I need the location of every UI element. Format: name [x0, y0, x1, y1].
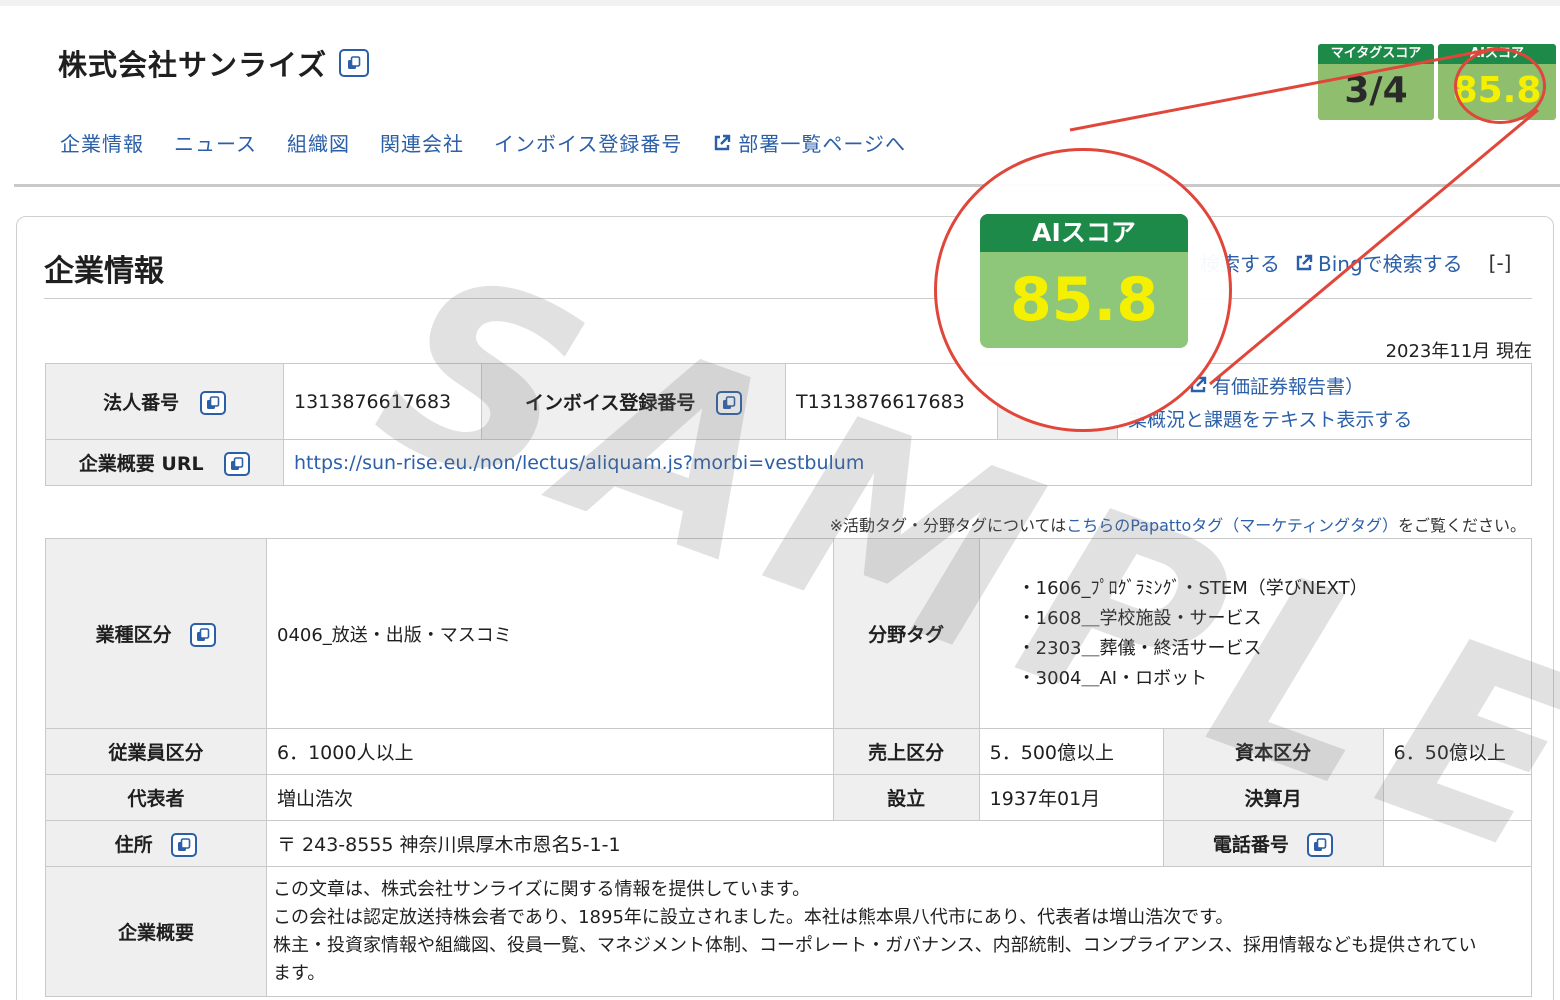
mytag-score-value: 3/4 [1344, 70, 1408, 111]
tag-notice: ※活動タグ・分野タグについてはこちらのPapattoタグ（マーケティングタグ）を… [830, 512, 1526, 536]
table-row: 企業概要 この文章は、株式会社サンライズに関する情報を提供しています。 この会社… [45, 866, 1532, 997]
copy-icon [348, 56, 361, 69]
nav-company-info[interactable]: 企業情報 [60, 128, 144, 157]
summary-line: この文章は、株式会社サンライズに関する情報を提供しています。 [273, 878, 811, 900]
copy-corp-number-button[interactable] [199, 391, 226, 416]
field-tags-cell: ・1606_ﾌﾟﾛｸﾞﾗﾐﾝｸﾞ・STEM（学びNEXT） ・1608＿学校施設… [978, 538, 1533, 729]
header-divider [14, 184, 1560, 187]
copy-icon [1314, 838, 1327, 852]
copy-icon [178, 838, 191, 852]
founded-header: 設立 [832, 774, 980, 821]
phone-value [1382, 820, 1533, 867]
ai-score-zoomed-value: 85.8 [1009, 265, 1159, 335]
securities-report-label: 有価証券報告書） [1212, 375, 1365, 398]
table-row: 法人番号 1313876617683 インボイス登録番号 T1313876617… [45, 363, 1532, 440]
address-label: 住所 [114, 833, 153, 856]
nav-department-list-link[interactable]: 部署一覧ページへ [712, 128, 906, 157]
external-link-icon [1296, 254, 1313, 270]
business-text-link[interactable]: 業概況と課題をテキスト表示する [1128, 405, 1531, 432]
table-row: 住所 〒 243-8555 神奈川県厚木市恩名5-1-1 電話番号 [45, 820, 1533, 867]
industry-header: 業種区分 [45, 538, 267, 729]
company-summary: この文章は、株式会社サンライズに関する情報を提供しています。 この会社は認定放送… [266, 866, 1532, 997]
copy-icon [231, 457, 244, 471]
mytag-score-badge: マイタグスコア 3/4 [1318, 44, 1434, 120]
external-link-icon [715, 134, 731, 150]
ai-score-highlight-ring [1454, 48, 1546, 124]
url-header: 企業概要 URL [45, 439, 284, 486]
company-url-link[interactable]: https://sun-rise.eu./non/lectus/aliquam.… [283, 439, 1532, 486]
field-tag-item: ・2303＿葬儀・終活サービス [1017, 637, 1262, 659]
industry-value: 0406_放送・出版・マスコミ [266, 538, 834, 729]
notice-suffix: をご覧ください。 [1397, 516, 1526, 535]
table-row: 業種区分 0406_放送・出版・マスコミ 分野タグ ・1606_ﾌﾟﾛｸﾞﾗﾐﾝ… [45, 538, 1533, 729]
corp-number-header: 法人番号 [45, 363, 284, 440]
sales-header: 売上区分 [832, 728, 980, 775]
bing-search-link[interactable]: Bingで検索する [1294, 248, 1463, 277]
field-tag-item: ・1606_ﾌﾟﾛｸﾞﾗﾐﾝｸﾞ・STEM（学びNEXT） [1017, 577, 1368, 599]
copy-icon [723, 396, 736, 410]
founded-value: 1937年01月 [978, 774, 1164, 821]
company-name: 株式会社サンライズ [58, 48, 328, 82]
capital-header: 資本区分 [1162, 728, 1384, 775]
section-title: 企業情報 [44, 254, 164, 289]
copy-company-name-button[interactable] [339, 49, 370, 77]
copy-address-button[interactable] [171, 833, 198, 858]
field-tags-header: 分野タグ [832, 538, 980, 729]
mytag-score-label: マイタグスコア [1318, 44, 1434, 64]
address-header: 住所 [45, 820, 267, 867]
top-border [0, 0, 1560, 6]
ai-score-zoomed-badge: AIスコア 85.8 [980, 214, 1188, 348]
as-of-date: 2023年11月 現在 [1385, 341, 1532, 362]
nav-affiliates[interactable]: 関連会社 [380, 128, 464, 157]
ai-score-zoomed-label: AIスコア [980, 214, 1188, 252]
capital-value: 6．50億以上 [1382, 728, 1533, 775]
copy-invoice-number-button[interactable] [716, 391, 743, 416]
address-value: 〒 243-8555 神奈川県厚木市恩名5-1-1 [266, 820, 1164, 867]
summary-line: 株主・投資家情報や組織図、役員一覧、マネジメント体制、コーポレート・ガバナンス、… [273, 934, 1477, 956]
search-links: 検索する Bingで検索する [-] [1200, 248, 1511, 277]
table-row: 企業概要 URL https://sun-rise.eu./non/lectus… [45, 439, 1532, 486]
section-divider [44, 298, 1532, 299]
corp-number-value: 1313876617683 [283, 363, 482, 440]
nav-org-chart[interactable]: 組織図 [287, 128, 350, 157]
nav-news[interactable]: ニュース [174, 128, 257, 157]
invoice-number-header: インボイス登録番号 [481, 363, 786, 440]
detail-info-table: 業種区分 0406_放送・出版・マスコミ 分野タグ ・1606_ﾌﾟﾛｸﾞﾗﾐﾝ… [45, 538, 1533, 997]
copy-icon [197, 628, 210, 642]
industry-label: 業種区分 [95, 623, 172, 646]
phone-header: 電話番号 [1162, 820, 1384, 867]
summary-line: ます。 [273, 962, 326, 984]
field-tag-item: ・1608＿学校施設・サービス [1017, 607, 1262, 629]
employees-value: 6．1000人以上 [266, 728, 834, 775]
summary-header: 企業概要 [45, 866, 267, 997]
table-row: 代表者 増山浩次 設立 1937年01月 決算月 [45, 774, 1533, 821]
notice-prefix: ※活動タグ・分野タグについては [829, 516, 1067, 535]
field-tags-list: ・1606_ﾌﾟﾛｸﾞﾗﾐﾝｸﾞ・STEM（学びNEXT） ・1608＿学校施設… [990, 574, 1531, 694]
papatto-tag-link[interactable]: こちらのPapattoタグ（マーケティングタグ） [1066, 516, 1398, 535]
fiscal-month-value [1382, 774, 1533, 821]
phone-label: 電話番号 [1212, 833, 1289, 856]
company-title: 株式会社サンライズ [58, 42, 370, 84]
representative-header: 代表者 [45, 774, 267, 821]
representative-value: 増山浩次 [266, 774, 834, 821]
department-list-label: 部署一覧ページへ [738, 132, 907, 156]
basic-info-table: 法人番号 1313876617683 インボイス登録番号 T1313876617… [45, 363, 1532, 486]
corp-number-label: 法人番号 [103, 391, 180, 414]
copy-icon [206, 396, 220, 410]
table-row: 従業員区分 6．1000人以上 売上区分 5．500億以上 資本区分 6．50億… [45, 728, 1533, 775]
company-nav: 企業情報 ニュース 組織図 関連会社 インボイス登録番号 部署一覧ページへ [60, 128, 936, 157]
sales-value: 5．500億以上 [978, 728, 1164, 775]
bing-search-label: Bingで検索する [1318, 252, 1463, 276]
employees-header: 従業員区分 [45, 728, 267, 775]
field-tag-item: ・3004＿AI・ロボット [1017, 667, 1208, 689]
url-label: 企業概要 URL [78, 452, 204, 475]
collapse-toggle[interactable]: [-] [1489, 251, 1512, 275]
copy-phone-button[interactable] [1307, 833, 1334, 858]
summary-line: この会社は認定放送持株会者であり、1895年に設立されました。本社は熊本県八代市… [273, 906, 1234, 928]
fiscal-month-header: 決算月 [1162, 774, 1384, 821]
copy-url-button[interactable] [224, 452, 251, 477]
copy-industry-button[interactable] [190, 623, 217, 648]
nav-invoice-number[interactable]: インボイス登録番号 [494, 128, 682, 157]
invoice-number-label: インボイス登録番号 [524, 391, 696, 414]
